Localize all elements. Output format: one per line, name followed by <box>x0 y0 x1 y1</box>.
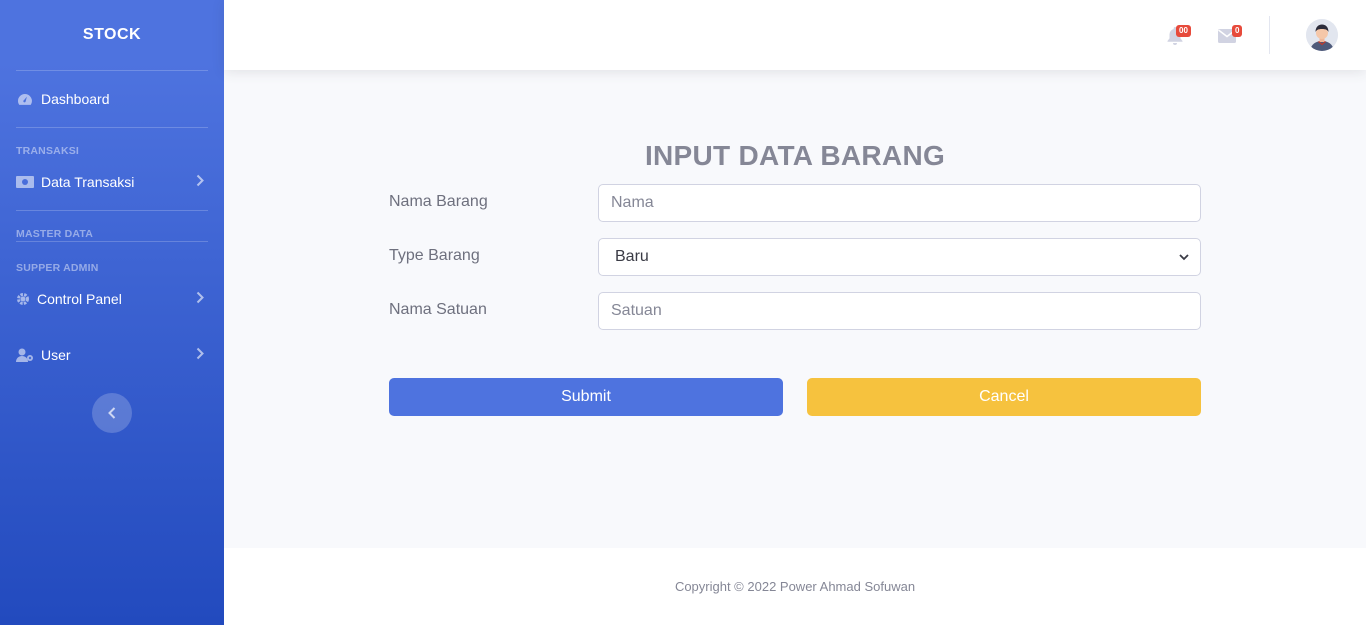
copyright-text: Copyright © 2022 Power Ahmad Sofuwan <box>674 579 916 594</box>
nama-satuan-label: Nama Satuan <box>389 301 487 318</box>
sidebar-item-label: Control Panel <box>37 291 122 307</box>
alerts-dropdown[interactable]: 00 <box>1164 24 1191 46</box>
chevron-right-icon <box>196 347 204 363</box>
messages-count-badge: 0 <box>1232 25 1243 37</box>
chevron-left-icon <box>108 407 116 419</box>
user-avatar[interactable] <box>1306 19 1338 51</box>
nama-barang-input[interactable]: Nama <box>598 184 1201 222</box>
sidebar: STOCK Dashboard TRANSAKSI Data Transaksi… <box>0 0 224 625</box>
sidebar-divider <box>16 241 208 242</box>
topbar-divider <box>1269 16 1270 54</box>
sidebar-item-label: Dashboard <box>41 91 110 107</box>
page-title: INPUT DATA BARANG <box>644 140 946 171</box>
sidebar-item-dashboard[interactable]: Dashboard <box>0 71 224 127</box>
nama-satuan-placeholder: Satuan <box>611 302 662 319</box>
type-barang-selected-value: Baru <box>615 248 649 265</box>
avatar-icon <box>1306 19 1338 51</box>
user-cog-icon <box>16 348 34 362</box>
sidebar-item-user[interactable]: User <box>0 324 224 386</box>
submit-button[interactable]: Submit <box>389 378 783 416</box>
footer: Copyright © 2022 Power Ahmad Sofuwan <box>224 548 1366 625</box>
gear-icon <box>16 292 30 306</box>
sidebar-divider <box>16 210 208 211</box>
tachometer-icon <box>16 92 34 106</box>
sidebar-heading-supper-admin: SUPPER ADMIN <box>16 262 99 274</box>
chevron-right-icon <box>196 174 204 190</box>
sidebar-item-data-transaksi[interactable]: Data Transaksi <box>0 157 224 207</box>
nama-barang-label: Nama Barang <box>389 193 488 210</box>
sidebar-brand[interactable]: STOCK <box>0 0 224 70</box>
sidebar-item-label: Data Transaksi <box>41 174 135 190</box>
sidebar-item-label: User <box>41 347 71 363</box>
sidebar-item-control-panel[interactable]: Control Panel <box>0 274 224 324</box>
sidebar-heading-transaksi: TRANSAKSI <box>16 145 80 157</box>
sidebar-heading-master-data: MASTER DATA <box>16 228 94 240</box>
nama-satuan-input[interactable]: Satuan <box>598 292 1201 330</box>
cancel-button[interactable]: Cancel <box>807 378 1201 416</box>
nama-barang-placeholder: Nama <box>611 194 654 211</box>
alerts-count-badge: 00 <box>1176 25 1191 37</box>
sidebar-divider <box>16 127 208 128</box>
money-bill-icon <box>16 175 34 189</box>
type-barang-select[interactable]: Baru <box>598 238 1201 276</box>
sidebar-toggle-button[interactable] <box>92 393 132 433</box>
type-barang-label: Type Barang <box>389 247 480 264</box>
messages-dropdown[interactable]: 0 <box>1216 24 1243 46</box>
chevron-down-icon <box>1178 250 1190 268</box>
chevron-right-icon <box>196 291 204 307</box>
topbar: 00 0 <box>224 0 1366 70</box>
